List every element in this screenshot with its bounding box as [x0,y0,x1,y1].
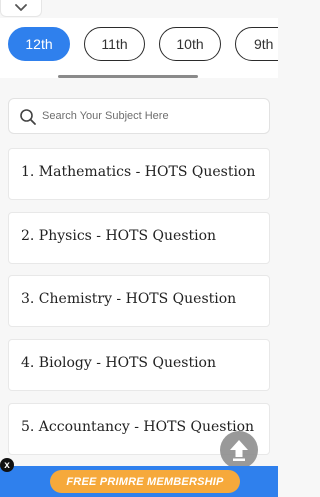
free-membership-button[interactable]: FREE PRIMRE MEMBERSHIP [50,470,240,493]
subject-label: 4. Biology - HOTS Question [21,355,216,371]
class-tab-11th[interactable]: 11th [84,27,145,61]
subject-label: 5. Accountancy - HOTS Question [21,419,255,435]
subject-label: 3. Chemistry - HOTS Question [21,291,237,307]
search-bar [8,98,270,134]
class-tab-12th[interactable]: 12th [8,27,70,61]
close-banner-button[interactable]: x [0,458,14,472]
search-input[interactable] [42,105,262,127]
arrow-up-icon [230,440,248,461]
class-tab-10th[interactable]: 10th [159,27,221,61]
chevron-down-icon [15,4,27,11]
subject-card-mathematics[interactable]: 1. Mathematics - HOTS Question [8,148,270,200]
search-icon [20,109,36,125]
subject-card-biology[interactable]: 4. Biology - HOTS Question [8,339,270,391]
class-tab-9th[interactable]: 9th [235,27,278,61]
horizontal-scrollbar[interactable] [58,75,198,78]
subject-label: 1. Mathematics - HOTS Question [21,164,256,180]
close-icon: x [4,459,10,471]
subject-card-physics[interactable]: 2. Physics - HOTS Question [8,212,270,264]
subject-card-chemistry[interactable]: 3. Chemistry - HOTS Question [8,275,270,327]
page: 12th 11th 10th 9th 1. Mathematics - HOTS… [0,0,278,497]
subject-label: 2. Physics - HOTS Question [21,228,217,244]
collapse-tab[interactable] [0,0,42,17]
membership-banner: FREE PRIMRE MEMBERSHIP [0,466,278,497]
class-selector: 12th 11th 10th 9th [0,18,278,78]
scroll-to-top-button[interactable] [220,431,258,469]
